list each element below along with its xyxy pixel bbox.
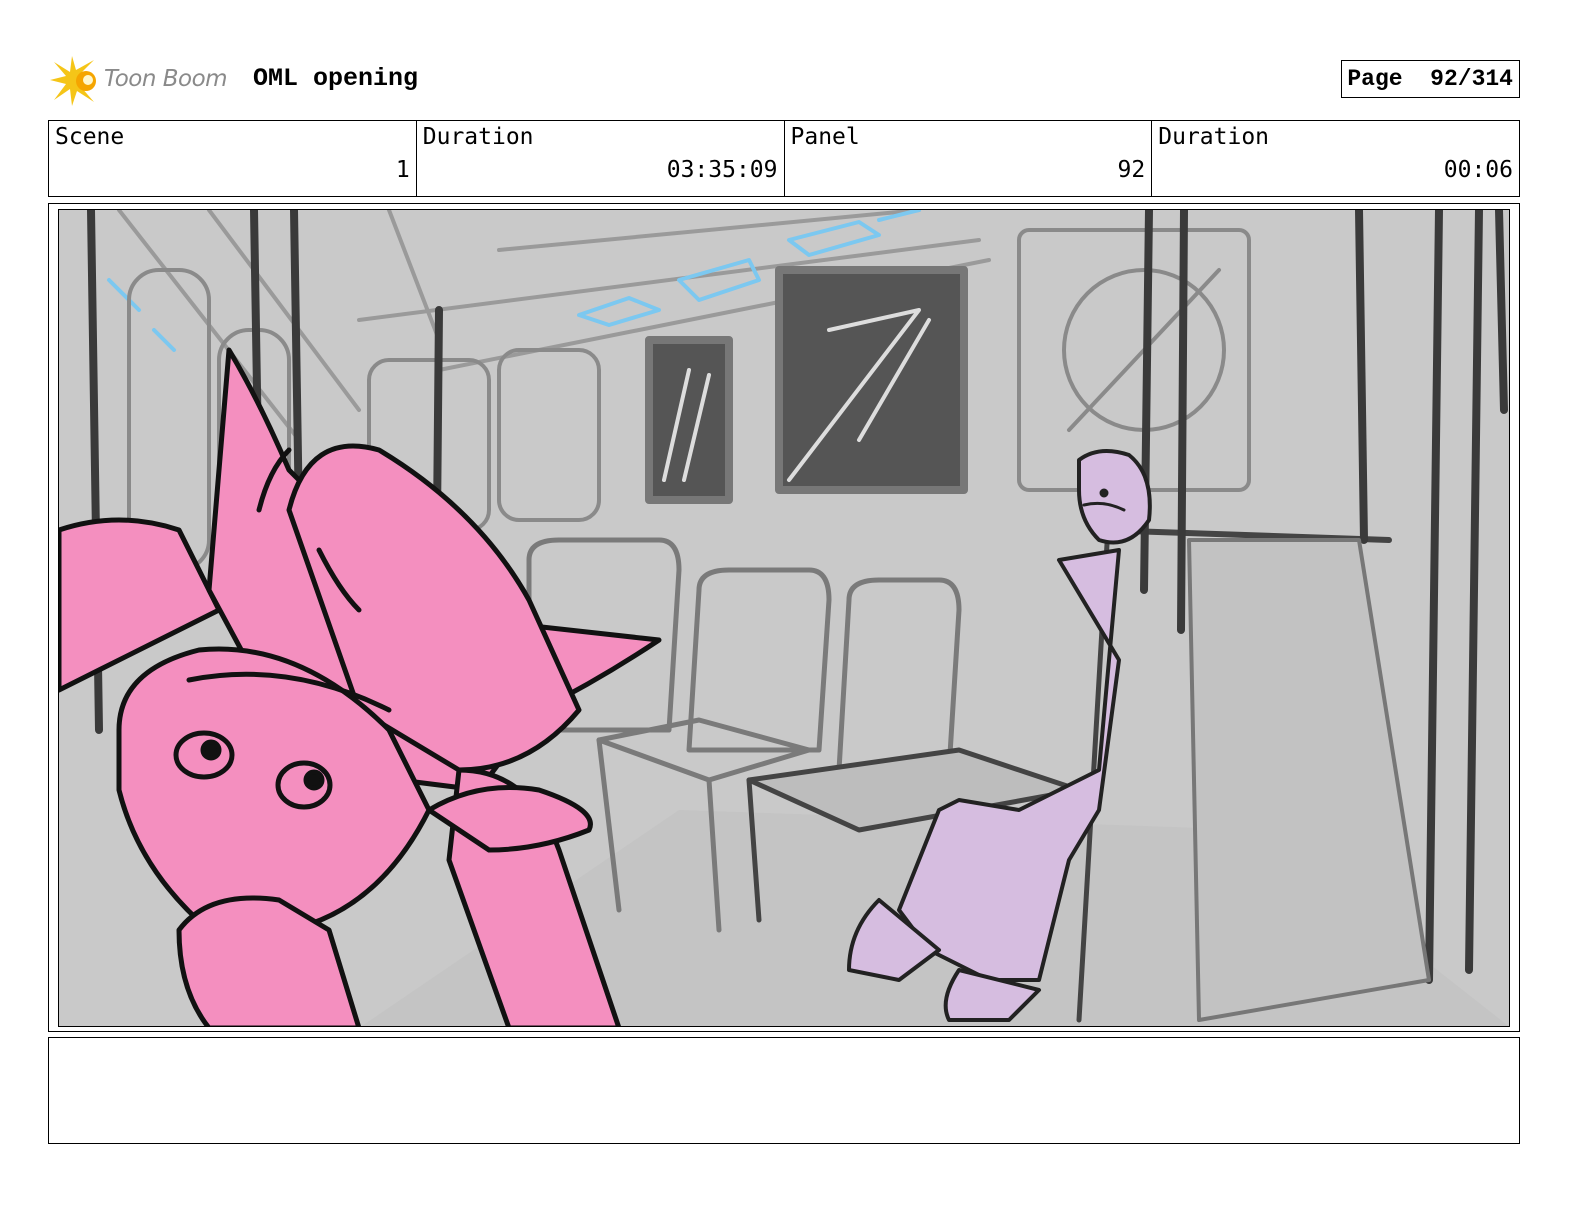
panel-duration-cell: Duration 00:06	[1152, 121, 1519, 196]
scene-value: 1	[395, 157, 410, 183]
toon-boom-star-icon	[50, 56, 96, 106]
scene-label: Scene	[55, 124, 125, 150]
panel-duration-label: Duration	[1158, 124, 1270, 150]
toon-boom-logo: Toon Boom	[50, 54, 240, 108]
panel-frame	[48, 203, 1520, 1032]
storyboard-sketch	[58, 209, 1510, 1027]
scene-duration-value: 03:35:09	[666, 157, 778, 183]
panel-cell: Panel 92	[785, 121, 1153, 196]
logo-text: Toon Boom	[104, 66, 228, 92]
panel-notes-box	[48, 1037, 1520, 1144]
panel-label: Panel	[790, 124, 860, 150]
scene-cell: Scene 1	[49, 121, 417, 196]
page-indicator: Page 92/314	[1341, 60, 1520, 98]
panel-duration-value: 00:06	[1443, 157, 1513, 183]
scene-info-table: Scene 1 Duration 03:35:09 Panel 92 Durat…	[48, 120, 1520, 197]
panel-value: 92	[1117, 157, 1146, 183]
page-label: Page	[1347, 66, 1403, 92]
page-number: 92/314	[1430, 66, 1513, 92]
scene-duration-cell: Duration 03:35:09	[417, 121, 785, 196]
scene-duration-label: Duration	[422, 124, 534, 150]
project-title: OML opening	[253, 64, 419, 93]
